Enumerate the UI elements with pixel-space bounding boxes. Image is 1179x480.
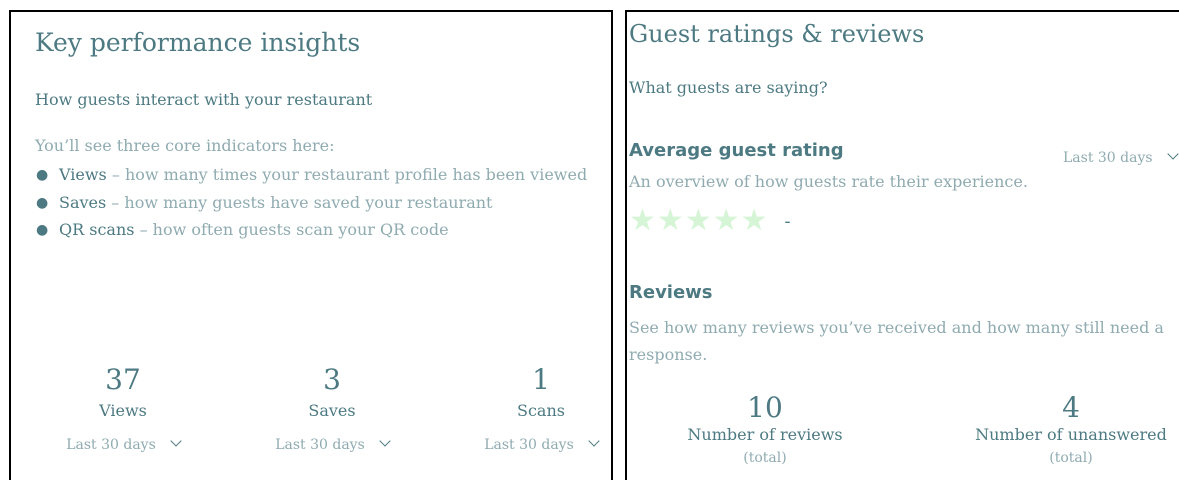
list-item: ● Saves – how many guests have saved your… <box>35 192 587 220</box>
indicator-description: – how many guests have saved your restau… <box>106 192 493 212</box>
range-dropdown[interactable]: Last 30 days <box>262 435 402 455</box>
kpi-title: Key performance insights <box>35 28 361 57</box>
guest-ratings-panel: Guest ratings & reviews What guests are … <box>625 10 1179 480</box>
metric-scans: 1 Scans Last 30 days <box>471 364 611 455</box>
guest-ratings-subtitle: What guests are saying? <box>629 78 828 97</box>
metric-value: 1 <box>532 363 550 396</box>
range-label: Last 30 days <box>275 437 365 453</box>
list-item: ● Views – how many times your restaurant … <box>35 164 587 192</box>
chevron-down-icon <box>588 435 600 447</box>
metric-note: (total) <box>743 450 787 466</box>
average-rating-heading: Average guest rating <box>629 140 844 161</box>
star-icon: ★ <box>656 203 684 238</box>
metric-label: Scans <box>517 401 565 420</box>
metric-value: 4 <box>1062 391 1080 424</box>
indicator-term: QR scans <box>59 220 135 239</box>
kpi-intro: You’ll see three core indicators here: <box>35 136 335 155</box>
chevron-down-icon <box>1166 148 1179 160</box>
bullet-icon: ● <box>36 194 49 211</box>
metric-number-of-reviews: 10 Number of reviews (total) <box>655 392 875 467</box>
metric-label: Number of unanswered <box>975 425 1167 444</box>
list-item: ● QR scans – how often guests scan your Q… <box>35 219 587 247</box>
star-rating: ★ ★ ★ ★ ★ - <box>629 204 791 238</box>
bullet-icon: ● <box>36 222 49 238</box>
range-label: Last 30 days <box>484 437 574 453</box>
average-rating-description: An overview of how guests rate their exp… <box>629 172 1028 191</box>
range-label: Last 30 days <box>1063 150 1153 166</box>
metric-value: 3 <box>323 363 341 396</box>
metric-value: 10 <box>747 391 783 424</box>
range-dropdown[interactable]: Last 30 days <box>471 435 611 455</box>
star-icon: ★ <box>684 203 712 238</box>
metric-views: 37 Views Last 30 days <box>53 364 193 455</box>
reviews-description: See how many reviews you’ve received and… <box>629 318 1164 364</box>
chevron-down-icon <box>170 435 182 447</box>
average-rating-value: - <box>784 210 791 232</box>
bullet-icon: ● <box>36 167 49 183</box>
star-icon: ★ <box>740 203 768 238</box>
kpi-subtitle: How guests interact with your restaurant <box>35 90 373 109</box>
range-dropdown[interactable]: Last 30 days <box>1063 148 1179 166</box>
chevron-down-icon <box>379 435 391 447</box>
indicator-description: – how many times your restaurant profile… <box>106 165 588 184</box>
metric-note: (total) <box>1049 450 1093 466</box>
metric-label: Number of reviews <box>687 425 843 444</box>
star-icon: ★ <box>629 203 656 238</box>
metric-label: Views <box>99 401 147 420</box>
indicator-term: Saves <box>59 192 107 212</box>
guest-ratings-title: Guest ratings & reviews <box>629 20 925 48</box>
range-label: Last 30 days <box>66 437 156 453</box>
metric-value: 37 <box>105 363 141 396</box>
metric-saves: 3 Saves Last 30 days <box>262 364 402 455</box>
key-performance-panel: Key performance insights How guests inte… <box>9 10 613 480</box>
metric-label: Saves <box>308 401 356 420</box>
kpi-indicator-list: ● Views – how many times your restaurant … <box>35 164 587 247</box>
indicator-description: – how often guests scan your QR code <box>134 220 449 239</box>
metric-number-of-unanswered: 4 Number of unanswered (total) <box>961 392 1179 467</box>
range-dropdown[interactable]: Last 30 days <box>53 435 193 455</box>
star-icon: ★ <box>712 203 740 238</box>
reviews-heading: Reviews <box>629 282 713 303</box>
indicator-term: Views <box>59 165 107 184</box>
